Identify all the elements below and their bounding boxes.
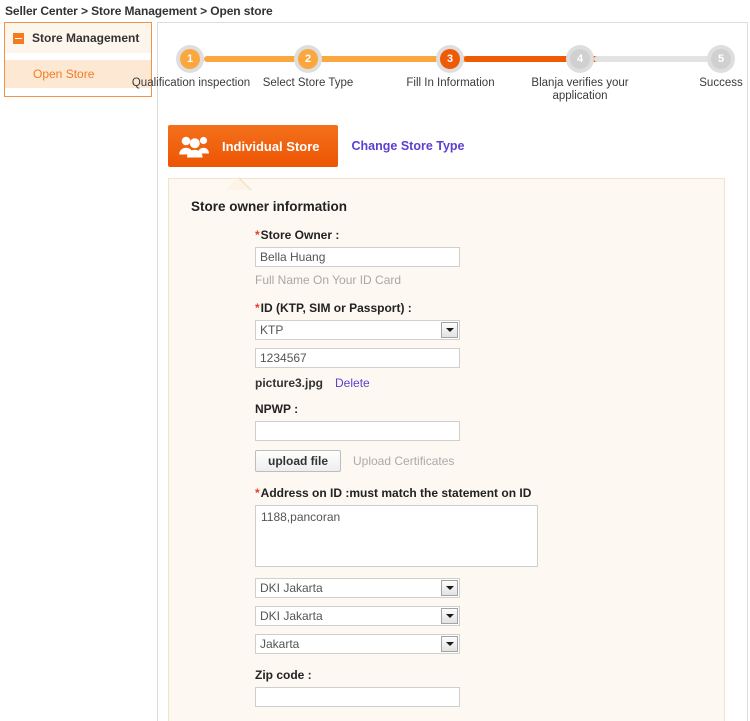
store-owner-form-panel: Store owner information *Store Owner : F…	[168, 178, 725, 721]
change-store-type-link[interactable]: Change Store Type	[352, 139, 465, 153]
id-file-row: picture3.jpg Delete	[255, 376, 706, 390]
stepper-track: 1 2 3 4 5 Qualification inspection Selec…	[132, 45, 743, 102]
stepper-line-1-2	[204, 56, 364, 62]
collapse-minus-icon[interactable]	[13, 32, 24, 44]
stepper-label-5: Success	[699, 77, 743, 89]
main-content: 1 2 3 4 5 Qualification inspection Selec…	[132, 22, 748, 721]
stepper-label-2: Select Store Type	[262, 77, 354, 89]
tab-individual-store[interactable]: Individual Store	[168, 125, 338, 167]
store-type-row: Individual Store Change Store Type	[168, 125, 747, 167]
stepper-node-5[interactable]: 5	[707, 45, 735, 73]
tab-individual-store-label: Individual Store	[222, 138, 320, 154]
chevron-down-icon[interactable]	[441, 608, 458, 624]
district-select-wrap: Jakarta	[255, 634, 460, 654]
chevron-down-icon[interactable]	[441, 580, 458, 596]
form-panel-wrapper: Store owner information *Store Owner : F…	[168, 177, 725, 721]
stepper-number-1: 1	[180, 49, 200, 69]
label-zip-code: Zip code :	[255, 668, 312, 682]
stepper-label-3: Fill In Information	[406, 77, 495, 89]
id-file-name: picture3.jpg	[255, 376, 324, 390]
city-select[interactable]: DKI Jakarta	[255, 606, 460, 626]
progress-stepper: 1 2 3 4 5 Qualification inspection Selec…	[132, 45, 743, 113]
chevron-down-icon[interactable]	[441, 322, 458, 338]
field-store-owner: *Store Owner : Full Name On Your ID Card	[255, 228, 706, 287]
stepper-label-1: Qualification inspection	[131, 77, 251, 89]
sidebar-header-label: Store Management	[32, 31, 140, 45]
stepper-node-2[interactable]: 2	[294, 45, 322, 73]
label-store-owner: *Store Owner :	[255, 228, 706, 242]
label-npwp: NPWP :	[255, 402, 299, 416]
sidebar-header[interactable]: Store Management	[5, 23, 151, 54]
page-body: Store Management Open Store 1 2 3 4 5 Qu…	[0, 22, 750, 721]
required-marker: *	[255, 228, 260, 242]
stepper-node-1[interactable]: 1	[176, 45, 204, 73]
field-npwp: NPWP : upload file Upload Certificates	[255, 402, 706, 472]
stepper-node-4[interactable]: 4	[566, 45, 594, 73]
required-marker: *	[255, 486, 260, 500]
label-address: *Address on ID :must match the statement…	[255, 486, 706, 500]
breadcrumb: Seller Center > Store Management > Open …	[5, 4, 273, 18]
field-zip-code: Zip code : Next	[255, 668, 706, 721]
zip-code-input[interactable]	[255, 687, 460, 707]
stepper-line-4-5	[594, 56, 724, 62]
npwp-input[interactable]	[255, 421, 460, 441]
field-id: *ID (KTP, SIM or Passport) : KTP picture…	[255, 301, 706, 390]
npwp-upload-row: upload file Upload Certificates	[255, 450, 706, 472]
id-type-select-wrap: KTP	[255, 320, 460, 340]
city-select-wrap: DKI Jakarta	[255, 606, 460, 626]
district-select[interactable]: Jakarta	[255, 634, 460, 654]
stepper-number-5: 5	[711, 49, 731, 69]
people-group-icon	[178, 134, 212, 158]
label-id: *ID (KTP, SIM or Passport) :	[255, 301, 706, 315]
hint-store-owner: Full Name On Your ID Card	[255, 273, 402, 287]
upload-certificates-hint: Upload Certificates	[353, 454, 455, 468]
panel-notch	[226, 178, 250, 190]
store-owner-input[interactable]	[255, 247, 460, 267]
id-type-select[interactable]: KTP	[255, 320, 460, 340]
chevron-down-icon[interactable]	[441, 636, 458, 652]
stepper-label-4: Blanja verifies your application	[531, 77, 629, 102]
stepper-number-3: 3	[440, 49, 460, 69]
label-id-text: ID (KTP, SIM or Passport) :	[260, 301, 412, 315]
panel-title: Store owner information	[191, 199, 348, 214]
label-address-text: Address on ID :must match the statement …	[260, 486, 532, 500]
submit-row: Next	[255, 707, 706, 721]
id-number-input[interactable]	[255, 348, 460, 368]
label-store-owner-text: Store Owner :	[260, 228, 340, 242]
upload-file-button[interactable]: upload file	[255, 450, 341, 472]
stepper-number-2: 2	[298, 49, 318, 69]
stepper-number-4: 4	[570, 49, 590, 69]
field-address: *Address on ID :must match the statement…	[255, 486, 706, 654]
stepper-node-3[interactable]: 3	[436, 45, 464, 73]
delete-id-file-link[interactable]: Delete	[335, 376, 370, 390]
address-textarea[interactable]: 1188,pancoran	[255, 505, 538, 567]
required-marker: *	[255, 301, 260, 315]
province-select-wrap: DKI Jakarta	[255, 578, 460, 598]
province-select[interactable]: DKI Jakarta	[255, 578, 460, 598]
